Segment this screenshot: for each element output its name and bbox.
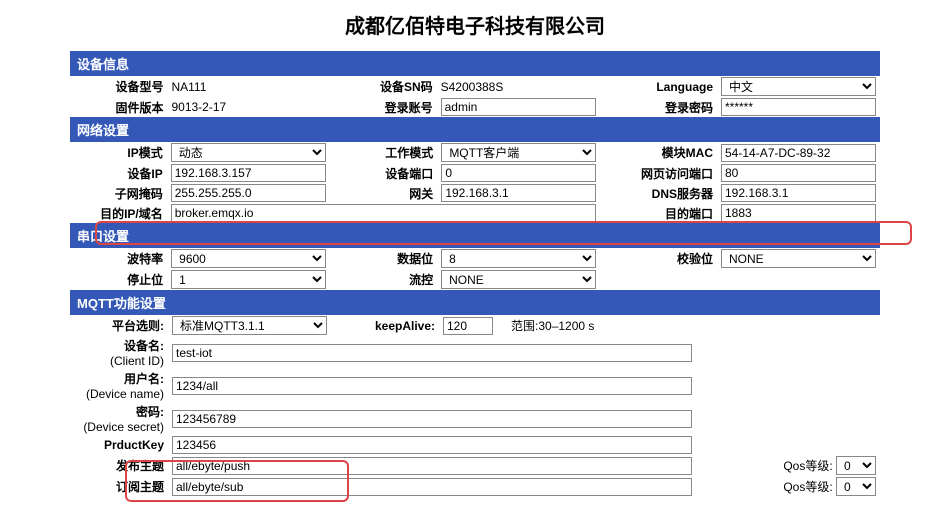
pub-qos-select[interactable]: 0 <box>836 456 876 475</box>
dns-input[interactable] <box>721 184 876 202</box>
dstip-input[interactable] <box>171 204 596 222</box>
keepalive-input[interactable] <box>443 317 493 335</box>
sub-qos-select[interactable]: 0 <box>836 477 876 496</box>
login-user-input[interactable] <box>441 98 596 116</box>
devip-input[interactable] <box>171 164 326 182</box>
username-input[interactable] <box>172 377 692 395</box>
devinfo-table: 设备型号 NA111 设备SN码 S4200388S Language 中文 固… <box>70 76 880 117</box>
mac-input[interactable] <box>721 144 876 162</box>
sub-qos-label: Qos等级: <box>783 480 832 494</box>
devport-input[interactable] <box>441 164 596 182</box>
databits-select[interactable]: 8 <box>441 249 596 268</box>
gw-input[interactable] <box>441 184 596 202</box>
language-select[interactable]: 中文 <box>721 77 876 96</box>
sn-label: 设备SN码 <box>339 76 437 97</box>
gw-label: 网关 <box>340 183 438 203</box>
ipmode-label: IP模式 <box>70 142 167 163</box>
stop-label: 停止位 <box>70 269 167 290</box>
platform-label: 平台选则: <box>70 315 168 336</box>
stop-select[interactable]: 1 <box>171 270 326 289</box>
clientid-input[interactable] <box>172 344 692 362</box>
login-pwd-input[interactable] <box>721 98 876 116</box>
webport-label: 网页访问端口 <box>610 163 717 183</box>
clientid-label: 设备名:(Client ID) <box>70 336 168 369</box>
username-label: 用户名:(Device name) <box>70 369 168 402</box>
section-header-serial: 串口设置 <box>70 223 880 248</box>
password-input[interactable] <box>172 410 692 428</box>
sub-input[interactable] <box>172 478 692 496</box>
pub-input[interactable] <box>172 457 692 475</box>
login-pwd-label: 登录密码 <box>610 97 718 117</box>
dstip-label: 目的IP/域名 <box>70 203 167 223</box>
baud-select[interactable]: 9600 <box>171 249 326 268</box>
devport-label: 设备端口 <box>340 163 438 183</box>
section-header-net: 网络设置 <box>70 117 880 142</box>
mask-label: 子网掩码 <box>70 183 167 203</box>
ipmode-select[interactable]: 动态 <box>171 143 326 162</box>
sub-label: 订阅主题 <box>70 476 168 497</box>
model-value: NA111 <box>171 80 206 94</box>
keepalive-label: keepAlive: <box>341 315 439 336</box>
net-table: IP模式 动态 工作模式 MQTT客户端 模块MAC 设备IP 设备端口 网页访… <box>70 142 880 223</box>
keepalive-range: 范围:30–1200 s <box>507 315 880 336</box>
dstport-label: 目的端口 <box>610 203 717 223</box>
fw-label: 固件版本 <box>70 97 167 117</box>
baud-label: 波特率 <box>70 248 167 269</box>
dstport-input[interactable] <box>721 204 876 222</box>
webport-input[interactable] <box>721 164 876 182</box>
section-header-mqtt: MQTT功能设置 <box>70 290 880 315</box>
flow-label: 流控 <box>340 269 437 290</box>
devip-label: 设备IP <box>70 163 167 183</box>
dns-label: DNS服务器 <box>610 183 717 203</box>
section-header-devinfo: 设备信息 <box>70 51 880 76</box>
mac-label: 模块MAC <box>610 142 717 163</box>
platform-select[interactable]: 标准MQTT3.1.1 <box>172 316 327 335</box>
language-label: Language <box>610 76 718 97</box>
pub-qos-label: Qos等级: <box>783 459 832 473</box>
mask-input[interactable] <box>171 184 326 202</box>
mqtt-table: 平台选则: 标准MQTT3.1.1 keepAlive: 范围:30–1200 … <box>70 315 880 497</box>
prodkey-label: PrductKey <box>70 435 168 455</box>
workmode-label: 工作模式 <box>340 142 438 163</box>
password-label: 密码:(Device secret) <box>70 402 168 435</box>
sn-value: S4200388S <box>441 80 504 94</box>
parity-select[interactable]: NONE <box>721 249 876 268</box>
workmode-select[interactable]: MQTT客户端 <box>441 143 596 162</box>
model-label: 设备型号 <box>70 76 167 97</box>
pub-label: 发布主题 <box>70 455 168 476</box>
databits-label: 数据位 <box>340 248 437 269</box>
login-user-label: 登录账号 <box>339 97 437 117</box>
flow-select[interactable]: NONE <box>441 270 596 289</box>
prodkey-input[interactable] <box>172 436 692 454</box>
parity-label: 校验位 <box>610 248 717 269</box>
serial-table: 波特率 9600 数据位 8 校验位 NONE 停止位 1 流控 NONE <box>70 248 880 290</box>
page-title: 成都亿佰特电子科技有限公司 <box>0 10 950 39</box>
fw-value: 9013-2-17 <box>171 100 226 114</box>
